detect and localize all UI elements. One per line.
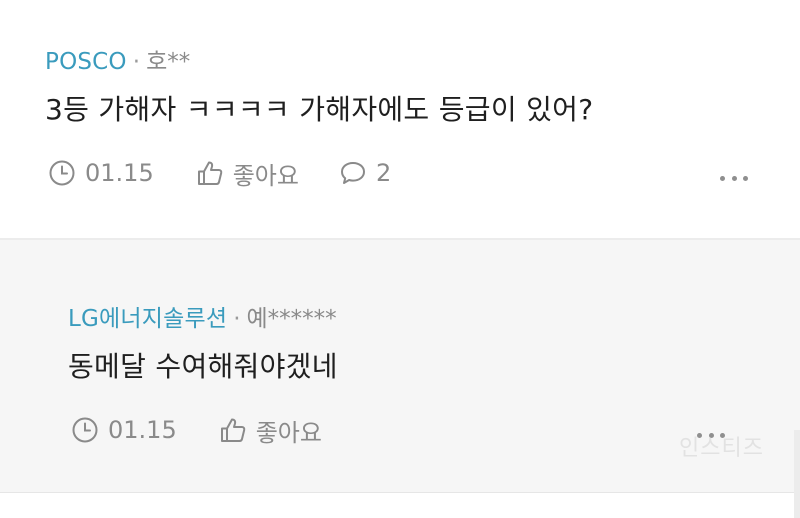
comment-date: 01.15 [85,159,154,187]
reply-count: 2 [375,159,392,187]
more-dot [731,175,737,181]
comment: POSCO · 호** 3등 가해자 ㅋㅋㅋㅋ 가해자에도 등급이 있어? 01.1… [0,0,800,238]
meta-separator: · [132,49,141,75]
more-dot [720,175,725,181]
comment-actions: 01.15 좋아요 [71,413,322,447]
scrollbar[interactable] [794,430,800,518]
reply-button[interactable]: 2 [339,159,391,187]
comment-text: 3등 가해자 ㅋㅋㅋㅋ 가해자에도 등급이 있어? [45,93,594,126]
reply-comment: LG에너지솔루션 · 예****** 동메달 수여해줘야겠네 01.15 좋아요… [0,240,800,492]
comment-actions: 01.15 좋아요 2 [48,156,391,190]
more-dot [743,175,748,181]
clock-icon [48,159,76,187]
clock-icon [71,416,99,444]
author-name: 호** [146,49,191,75]
meta-separator: · [233,306,241,332]
date: 01.15 [71,416,177,444]
date: 01.15 [48,159,154,187]
more-icon[interactable] [720,173,748,183]
next-comment-edge [0,492,800,518]
company-name[interactable]: LG에너지솔루션 [68,306,227,332]
like-label: 좋아요 [232,161,299,190]
comment-meta: POSCO · 호** [45,47,190,77]
watermark: 인스티즈 [679,436,764,461]
like-label: 좋아요 [255,418,322,447]
comment-text: 동메달 수여해줘야겠네 [68,350,338,383]
thumbs-up-icon [196,159,224,187]
company-name[interactable]: POSCO [45,49,127,75]
like-button[interactable]: 좋아요 [196,156,299,191]
author-name: 예****** [246,306,337,332]
comment-date: 01.15 [108,416,177,444]
speech-bubble-icon [339,159,367,187]
thumbs-up-icon [219,416,247,444]
like-button[interactable]: 좋아요 [219,413,322,448]
comment-meta: LG에너지솔루션 · 예****** [68,304,337,334]
comment-thread: POSCO · 호** 3등 가해자 ㅋㅋㅋㅋ 가해자에도 등급이 있어? 01.1… [0,0,800,518]
